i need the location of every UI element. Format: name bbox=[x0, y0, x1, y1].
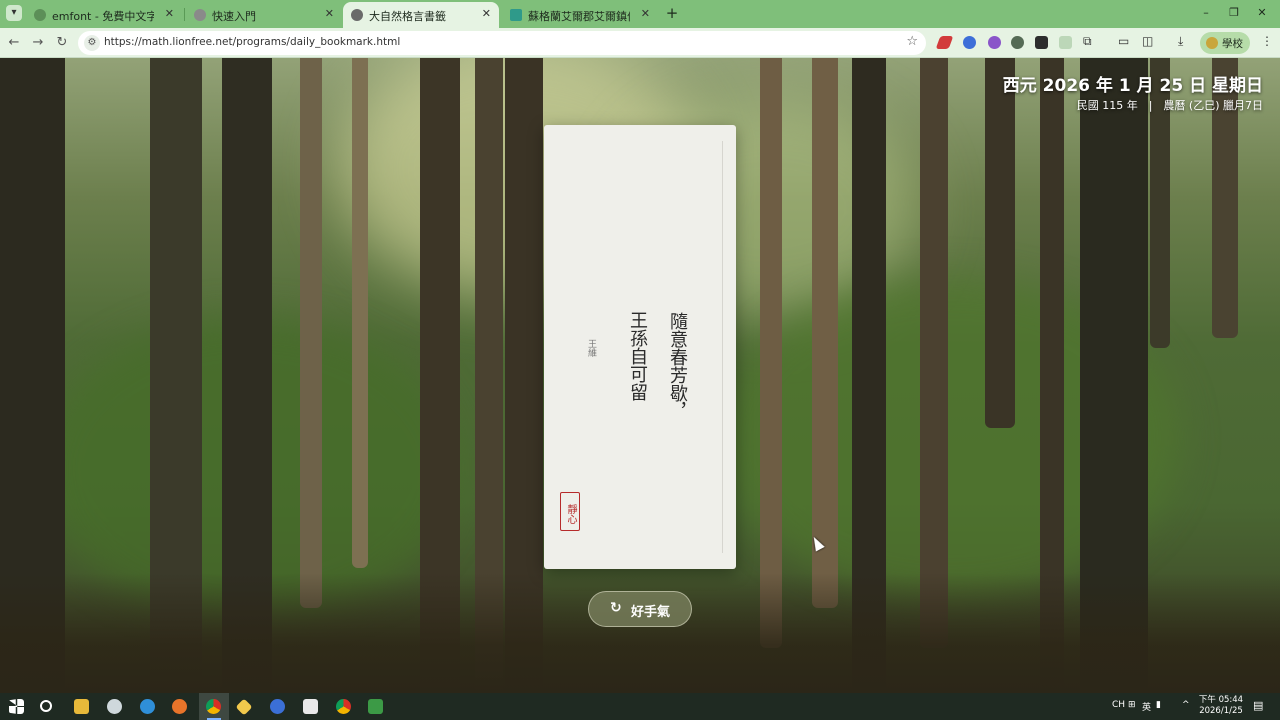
close-icon[interactable]: ✕ bbox=[325, 7, 334, 20]
tray-overflow-icon[interactable]: ^ bbox=[1182, 700, 1190, 710]
edge-icon[interactable] bbox=[140, 699, 155, 714]
minimize-button[interactable]: – bbox=[1196, 5, 1216, 21]
tab-ayr-burns[interactable]: 蘇格蘭艾爾郡艾爾鎮伯恩斯 ✕ bbox=[502, 2, 658, 28]
compass-extension-icon[interactable] bbox=[963, 36, 976, 49]
chrome-icon[interactable] bbox=[336, 699, 351, 714]
seal-stamp: 靜心 bbox=[560, 492, 580, 531]
tree-trunk bbox=[920, 58, 948, 648]
more-menu-icon[interactable]: ⋮ bbox=[1261, 34, 1273, 48]
link-extension-icon[interactable] bbox=[1011, 36, 1024, 49]
tab-quick-start[interactable]: 快速入門 ✕ bbox=[186, 2, 342, 28]
search-icon[interactable] bbox=[40, 700, 52, 712]
app-icon[interactable] bbox=[270, 699, 285, 714]
app-icon[interactable] bbox=[107, 699, 122, 714]
input-language[interactable]: 英 bbox=[1142, 700, 1151, 713]
tab-title: 大自然格言書籤 bbox=[369, 10, 446, 23]
windows-start-icon[interactable] bbox=[9, 699, 24, 714]
tab-emfont[interactable]: emfont - 免費中文字體 Web ✕ bbox=[26, 2, 182, 28]
tab-title: 快速入門 bbox=[212, 10, 256, 23]
refresh-icon: ↻ bbox=[610, 600, 622, 616]
tree-trunk bbox=[300, 58, 322, 608]
bookmark-star-icon[interactable]: ☆ bbox=[906, 34, 918, 49]
back-button[interactable]: ← bbox=[6, 35, 22, 51]
tree-trunk bbox=[760, 58, 782, 648]
close-icon[interactable]: ✕ bbox=[165, 7, 174, 20]
close-icon[interactable]: ✕ bbox=[482, 7, 491, 20]
notification-icon[interactable]: ▤ bbox=[1253, 699, 1263, 712]
tab-strip: ▾ emfont - 免費中文字體 Web ✕ 快速入門 ✕ 大自然格言書籤 ✕… bbox=[0, 0, 1280, 28]
ime-mode-icon[interactable]: ▮ bbox=[1156, 700, 1161, 710]
extensions-puzzle-icon[interactable]: ⧉ bbox=[1083, 34, 1092, 49]
poem-line-1: 隨意春芳歇， bbox=[667, 312, 688, 420]
card-border-line bbox=[722, 141, 723, 553]
tree-trunk bbox=[985, 58, 1015, 428]
clock-time: 下午 05:44 bbox=[1198, 695, 1244, 705]
url-text: https://math.lionfree.net/programs/daily… bbox=[104, 36, 401, 48]
ime-indicator[interactable]: CH bbox=[1112, 700, 1125, 710]
avatar bbox=[1206, 37, 1218, 49]
capture-icon[interactable]: ◫ bbox=[1142, 34, 1153, 48]
chrome-icon[interactable] bbox=[206, 699, 221, 714]
grid-extension-icon[interactable] bbox=[1035, 36, 1048, 49]
keyboard-icon[interactable]: ⊞ bbox=[1128, 700, 1136, 710]
poem-line-2: 王孫自可留 bbox=[627, 311, 648, 401]
address-bar[interactable]: ⚙ https://math.lionfree.net/programs/dai… bbox=[78, 31, 926, 55]
cloud-extension-icon[interactable] bbox=[1059, 36, 1072, 49]
tab-nature-bookmark[interactable]: 大自然格言書籤 ✕ bbox=[343, 2, 499, 28]
bookmark-card: 隨意春芳歇， 王孫自可留 王維 靜心 bbox=[544, 125, 736, 569]
close-icon[interactable]: ✕ bbox=[641, 7, 650, 20]
random-quote-button[interactable]: ↻ 好手氣 bbox=[588, 591, 692, 627]
page-favicon-icon bbox=[510, 9, 522, 21]
profile-button[interactable]: 學校 bbox=[1200, 32, 1250, 54]
app-icon[interactable] bbox=[235, 698, 253, 716]
windows-taskbar: CH ⊞ 英 ▮ ^ 下午 05:44 2026/1/25 ▤ bbox=[0, 693, 1280, 720]
page-content: 西元 2026 年 1 月 25 日 星期日 民國 115 年 | 農曆 (乙巳… bbox=[0, 58, 1280, 693]
browser-toolbar: ← → ↻ ⚙ https://math.lionfree.net/progra… bbox=[0, 28, 1280, 58]
taskbar-clock[interactable]: 下午 05:44 2026/1/25 bbox=[1195, 695, 1247, 717]
tree-trunk bbox=[352, 58, 368, 568]
file-explorer-icon[interactable] bbox=[74, 699, 89, 714]
firefox-icon[interactable] bbox=[172, 699, 187, 714]
globe-icon bbox=[351, 9, 363, 21]
poem-author: 王維 bbox=[586, 339, 596, 357]
chevron-down-icon[interactable]: ▾ bbox=[6, 5, 22, 21]
tab-title: 蘇格蘭艾爾郡艾爾鎮伯恩斯 bbox=[528, 10, 630, 23]
tab-divider bbox=[184, 8, 185, 21]
reload-button[interactable]: ↻ bbox=[54, 35, 70, 51]
download-icon[interactable]: ⤓ bbox=[1178, 34, 1183, 49]
close-window-button[interactable]: ✕ bbox=[1252, 5, 1272, 21]
random-quote-label: 好手氣 bbox=[631, 605, 671, 620]
globe-icon bbox=[194, 9, 206, 21]
profile-label: 學校 bbox=[1222, 38, 1243, 50]
cast-icon[interactable]: ▭ bbox=[1118, 34, 1129, 48]
app-icon[interactable] bbox=[368, 699, 383, 714]
pen-extension-icon[interactable] bbox=[935, 36, 954, 49]
clock-date: 2026/1/25 bbox=[1199, 706, 1243, 716]
lunar-date: 民國 115 年 | 農曆 (乙巳) 臘月7日 bbox=[1076, 99, 1263, 112]
maximize-button[interactable]: ❐ bbox=[1224, 5, 1244, 21]
new-tab-button[interactable]: + bbox=[664, 5, 680, 21]
forward-button[interactable]: → bbox=[30, 35, 46, 51]
emfont-favicon-icon bbox=[34, 9, 46, 21]
tree-trunk bbox=[812, 58, 838, 608]
tab-title: emfont - 免費中文字體 Web bbox=[52, 10, 154, 23]
gregorian-date: 西元 2026 年 1 月 25 日 星期日 bbox=[1002, 76, 1263, 96]
screen: ▾ emfont - 免費中文字體 Web ✕ 快速入門 ✕ 大自然格言書籤 ✕… bbox=[0, 0, 1280, 720]
app-icon[interactable] bbox=[303, 699, 318, 714]
site-info-icon[interactable]: ⚙ bbox=[84, 35, 100, 51]
color-extension-icon[interactable] bbox=[988, 36, 1001, 49]
